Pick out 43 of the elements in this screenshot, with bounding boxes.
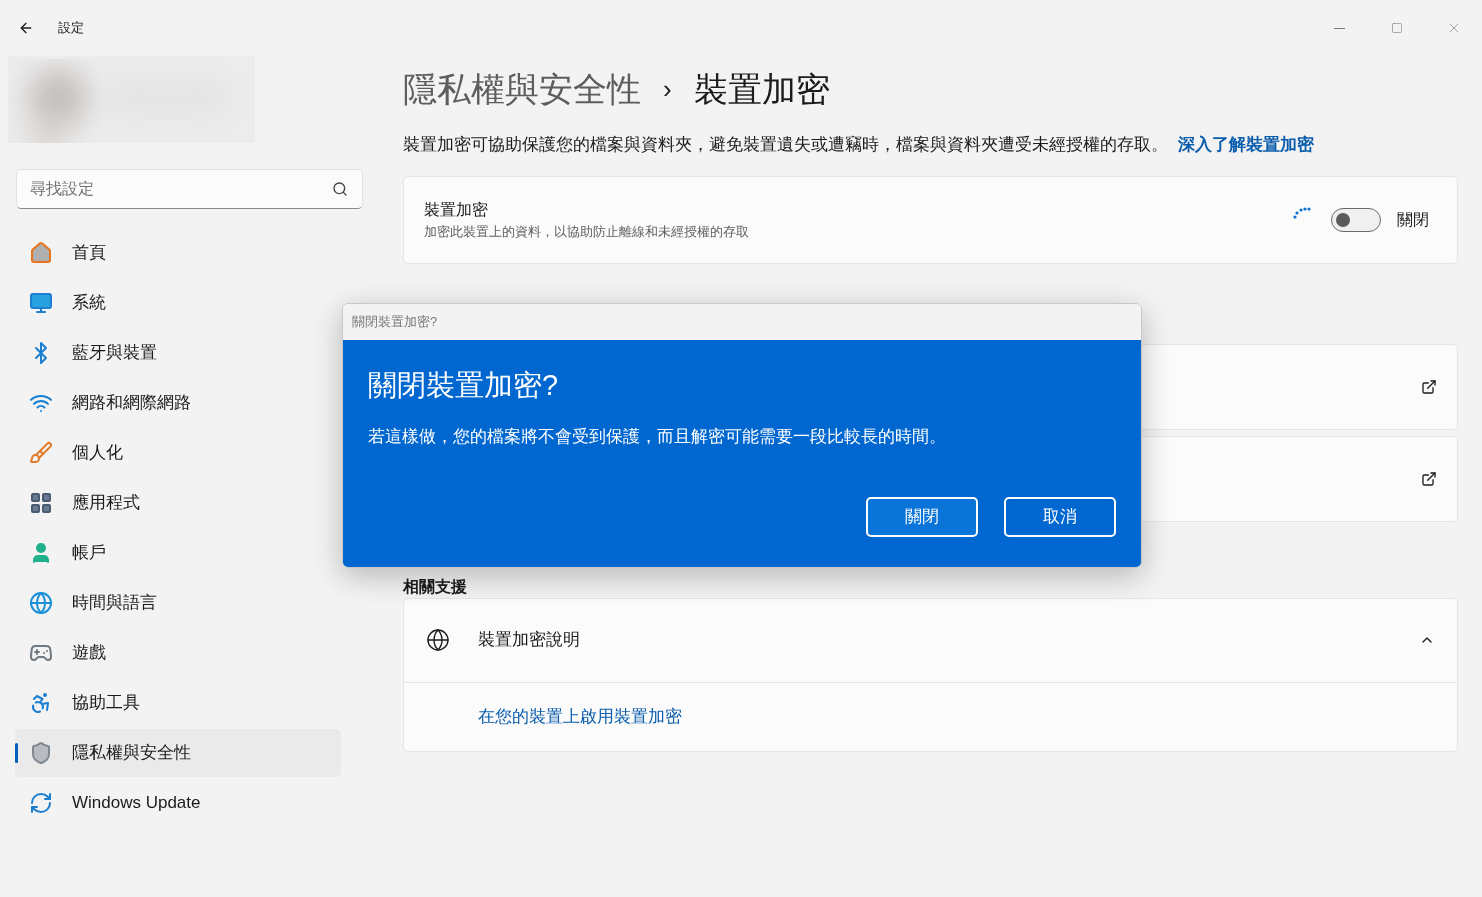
- sidebar-item[interactable]: 藍牙與裝置: [15, 329, 341, 377]
- description-text: 裝置加密可協助保護您的檔案與資料夾，避免裝置遺失或遭竊時，檔案與資料夾遭受未經授權的存取。: [403, 134, 1168, 156]
- setting-title: 裝置加密: [424, 199, 489, 220]
- breadcrumb-item: 裝置加密: [693, 68, 830, 110]
- dialog-message: 若這樣做，您的檔案將不會受到保護，而且解密可能需要一段比較長的時間。: [368, 425, 947, 448]
- house-icon: [29, 241, 53, 265]
- dialog-title: 關閉裝置加密?: [368, 368, 560, 403]
- minimize-icon: [1334, 27, 1345, 29]
- update-icon: [29, 791, 53, 815]
- window-title: 設定: [58, 19, 84, 38]
- help-expander[interactable]: 裝置加密說明: [404, 598, 1457, 683]
- sidebar-item[interactable]: 系統: [15, 279, 341, 327]
- search-icon: [332, 181, 348, 197]
- breadcrumb-separator: ›: [663, 72, 672, 106]
- sidebar-item[interactable]: 隱私權與安全性: [15, 729, 341, 777]
- enable-encryption-link[interactable]: 在您的裝置上啟用裝置加密: [478, 703, 682, 730]
- dialog-button[interactable]: 取消: [1004, 497, 1116, 537]
- section-heading: 相關支援: [403, 577, 467, 596]
- sidebar-item[interactable]: 帳戶: [15, 529, 341, 577]
- learn-more-link[interactable]: 深入了解裝置加密: [1178, 132, 1314, 158]
- apps-icon: [29, 491, 53, 515]
- monitor-icon: [29, 291, 53, 315]
- sidebar-item[interactable]: 遊戲: [15, 629, 341, 677]
- maximize-icon: [1390, 22, 1403, 34]
- toggle-label: 關閉: [1397, 209, 1429, 230]
- sidebar-item[interactable]: Windows Update: [15, 779, 341, 827]
- sidebar-item[interactable]: 網路和網際網路: [15, 379, 341, 427]
- search-field[interactable]: 尋找設定: [16, 169, 363, 209]
- dialog-caption: 關閉裝置加密?: [352, 313, 438, 332]
- setting-description: 加密此裝置上的資料，以協助防止離線和未經授權的存取: [424, 222, 749, 241]
- sidebar-item[interactable]: 協助工具: [15, 679, 341, 727]
- sidebar-item[interactable]: 首頁: [15, 229, 341, 277]
- dialog-button[interactable]: 關閉: [866, 497, 978, 537]
- external-link-icon: [1421, 470, 1437, 487]
- breadcrumb-item[interactable]: 隱私權與安全性: [403, 63, 641, 115]
- sidebar-item[interactable]: 時間與語言: [15, 579, 341, 627]
- selection-indicator: [15, 743, 18, 763]
- sidebar-item[interactable]: 應用程式: [15, 479, 341, 527]
- shield-icon: [29, 741, 53, 765]
- external-link-icon: [1421, 378, 1437, 395]
- toggle-switch[interactable]: [1331, 207, 1381, 232]
- brush-icon: [29, 441, 53, 465]
- sidebar-item[interactable]: 個人化: [15, 429, 341, 477]
